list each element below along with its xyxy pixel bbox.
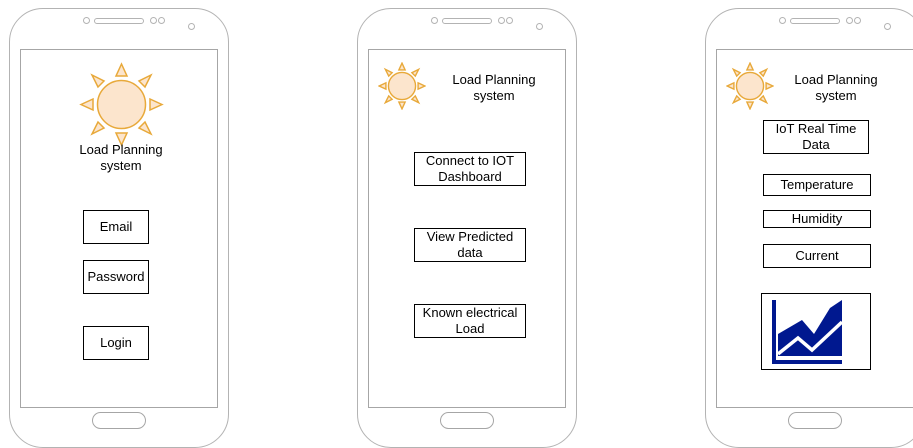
front-camera-left [779, 17, 786, 24]
speaker-grille [442, 18, 492, 24]
connect-iot-dashboard-button[interactable]: Connect to IOT Dashboard [414, 152, 526, 186]
app-title: Load Planning system [452, 72, 536, 103]
front-camera-right [150, 17, 157, 24]
proximity-sensor [188, 23, 195, 30]
humidity-button[interactable]: Humidity [763, 210, 871, 228]
speaker-grille [790, 18, 840, 24]
front-camera-left [431, 17, 438, 24]
proximity-sensor [536, 23, 543, 30]
home-button[interactable] [440, 412, 494, 429]
sun-logo-icon [378, 62, 426, 110]
sun-logo-icon [79, 62, 164, 147]
sensor-dot [854, 17, 861, 24]
current-button[interactable]: Current [763, 244, 871, 268]
home-button[interactable] [92, 412, 146, 429]
login-button[interactable]: Login [83, 326, 149, 360]
sun-logo-icon [726, 62, 774, 110]
view-predicted-data-button[interactable]: View Predicted data [414, 228, 526, 262]
chart-panel[interactable] [761, 293, 871, 370]
front-camera-left [83, 17, 90, 24]
speaker-grille [94, 18, 144, 24]
screen-iot-data: Load Planning system IoT Real Time Data … [716, 49, 913, 408]
phone-login: Load Planning system Email Password Logi… [9, 8, 229, 448]
known-electrical-load-button[interactable]: Known electrical Load [414, 304, 526, 338]
front-camera-right [498, 17, 505, 24]
password-field[interactable]: Password [83, 260, 149, 294]
screen-menu: Load Planning system Connect to IOT Dash… [368, 49, 566, 408]
home-button[interactable] [788, 412, 842, 429]
email-field[interactable]: Email [83, 210, 149, 244]
screen-login: Load Planning system Email Password Logi… [20, 49, 218, 408]
area-chart-icon [772, 300, 844, 364]
proximity-sensor [884, 23, 891, 30]
temperature-button[interactable]: Temperature [763, 174, 871, 196]
phone-iot-data: Load Planning system IoT Real Time Data … [705, 8, 913, 448]
sensor-dot [158, 17, 165, 24]
front-camera-right [846, 17, 853, 24]
app-title: Load Planning system [79, 142, 163, 173]
app-title: Load Planning system [794, 72, 878, 103]
phone-menu: Load Planning system Connect to IOT Dash… [357, 8, 577, 448]
iot-real-time-data-header: IoT Real Time Data [763, 120, 869, 154]
sensor-dot [506, 17, 513, 24]
